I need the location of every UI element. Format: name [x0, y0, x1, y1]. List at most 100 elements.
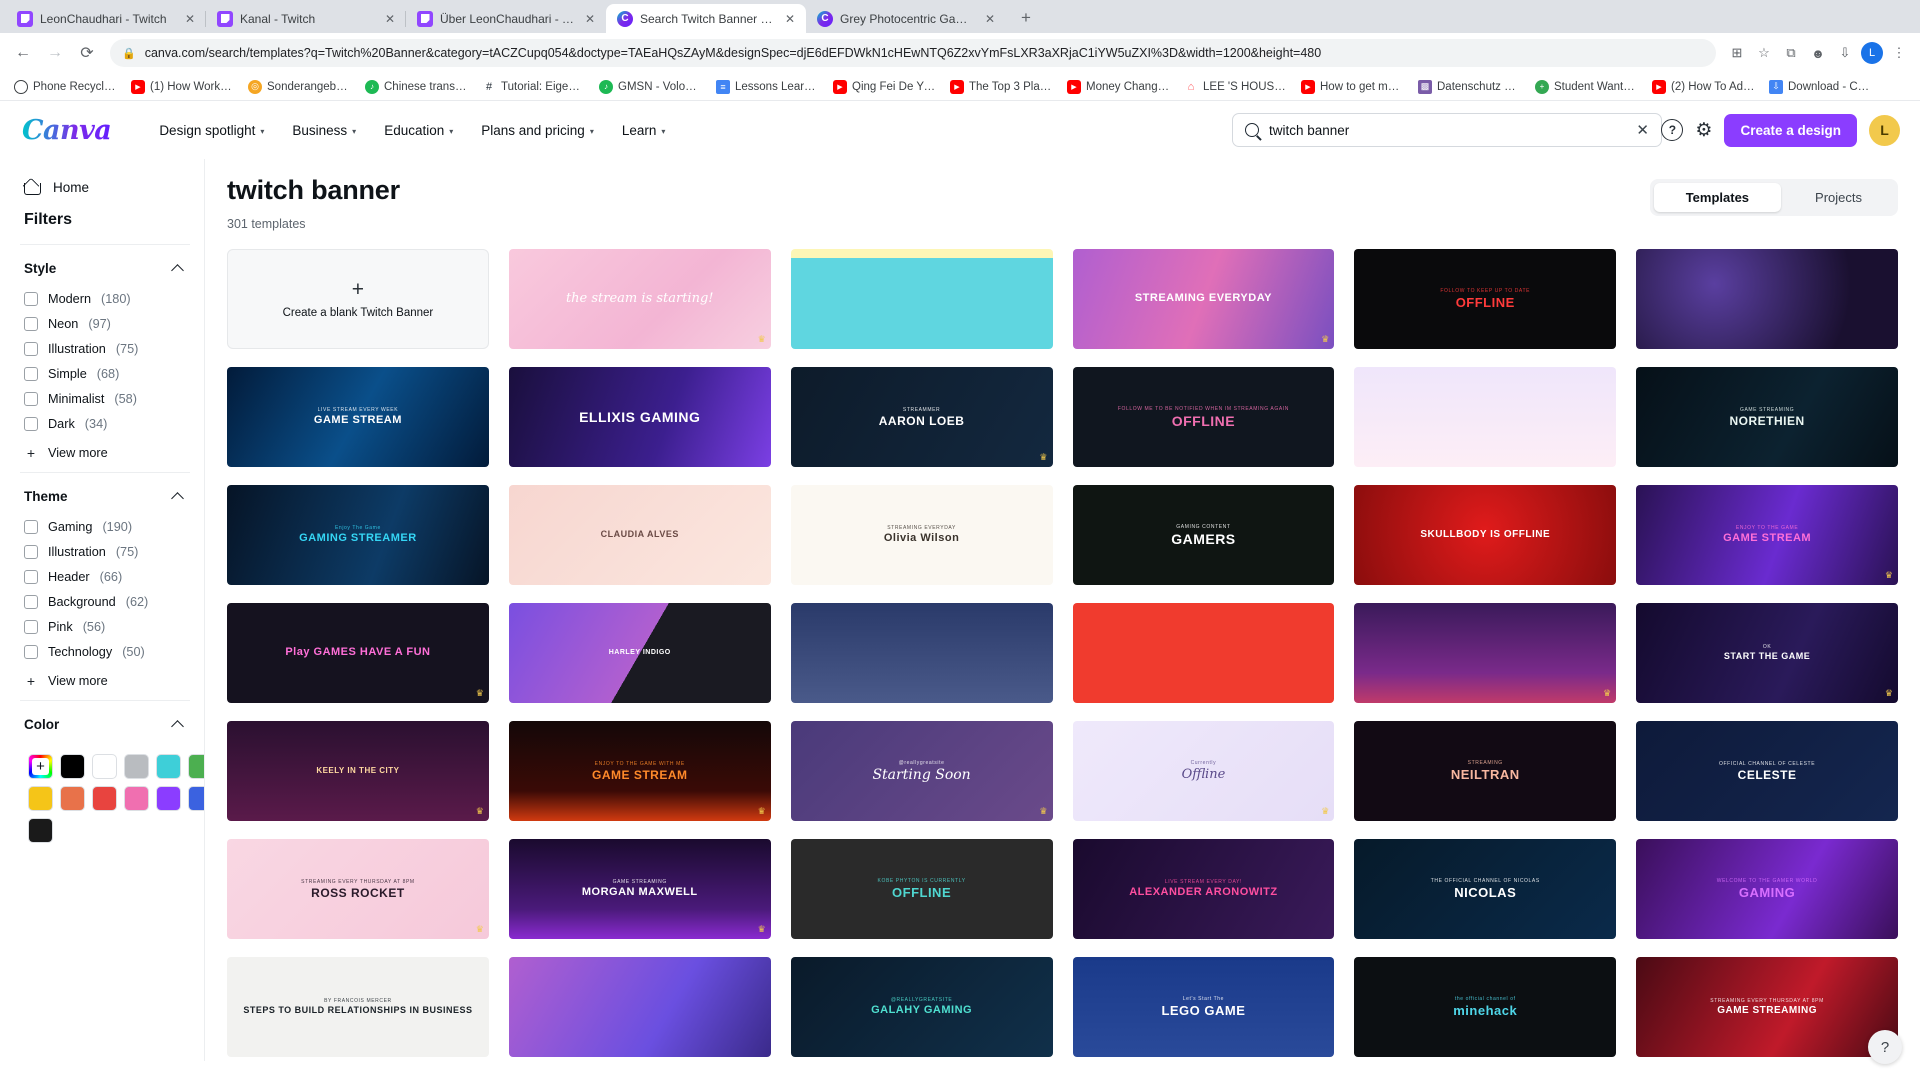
filter-option-dark[interactable]: Dark (34) [24, 411, 204, 436]
template-card[interactable]: KEELY IN THE CITY ♛ [227, 721, 489, 821]
template-card[interactable]: CLAUDIA ALVES [508, 485, 771, 585]
color-swatch[interactable] [60, 786, 85, 811]
bookmark-item[interactable]: ▶ How to get more v [1295, 77, 1410, 97]
close-icon[interactable]: ✕ [982, 11, 998, 27]
checkbox[interactable] [24, 341, 38, 356]
close-icon[interactable]: ✕ [382, 11, 398, 27]
checkbox[interactable] [24, 316, 38, 331]
chevron-up-icon[interactable] [171, 719, 184, 733]
tab-templates[interactable]: Templates [1653, 183, 1782, 212]
color-swatch[interactable] [188, 786, 204, 811]
chevron-up-icon[interactable] [171, 491, 184, 505]
template-card[interactable]: STREAMMER AARON LOEB ♛ [790, 367, 1053, 467]
bookmark-item[interactable]: ≡ Lessons Learned f [710, 77, 825, 97]
bookmark-item[interactable]: # Tutorial: Eigene Fa [476, 77, 591, 97]
template-card[interactable]: FOLLOW TO KEEP UP TO DATE OFFLINE [1354, 249, 1617, 349]
color-swatch[interactable] [156, 754, 181, 779]
browser-tab[interactable]: LeonChaudhari - Twitch ✕ [6, 4, 206, 33]
chevron-up-icon[interactable] [171, 263, 184, 277]
address-bar[interactable]: 🔒 canva.com/search/templates?q=Twitch%20… [110, 39, 1716, 67]
filter-option-illustration[interactable]: Illustration (75) [24, 336, 204, 361]
bookmark-item[interactable]: ⌂ LEE 'S HOUSE— [1178, 77, 1293, 97]
template-card[interactable]: Enjoy The Game GAMING STREAMER [227, 485, 489, 585]
menu-icon[interactable]: ⋮ [1886, 40, 1912, 66]
bookmark-item[interactable]: ▶ Qing Fei De Yi - Y [827, 77, 942, 97]
template-card[interactable]: Let's Start The LEGO GAME [1072, 957, 1335, 1057]
color-swatch[interactable] [28, 786, 53, 811]
bookmark-item[interactable]: ▩ Datenschutz – Re [1412, 77, 1527, 97]
tab-projects[interactable]: Projects [1783, 183, 1894, 212]
search-input[interactable]: twitch banner ✕ [1232, 113, 1662, 147]
template-card[interactable]: OFFICIAL CHANNEL OF CELESTE CELESTE [1636, 721, 1898, 821]
checkbox[interactable] [24, 519, 38, 534]
filter-option-header[interactable]: Header (66) [24, 564, 204, 589]
filter-option-technology[interactable]: Technology (50) [24, 639, 204, 664]
bookmark-item[interactable]: Phone Recycling, [8, 77, 123, 97]
bookmark-item[interactable]: ◎ Sonderangebot! | [242, 77, 357, 97]
color-swatch[interactable] [156, 786, 181, 811]
extensions-icon[interactable]: ⧉ [1778, 40, 1804, 66]
template-card[interactable]: ♛ [1354, 603, 1617, 703]
template-card[interactable] [1072, 603, 1335, 703]
template-card[interactable]: LIVE STREAM EVERY WEEK GAME STREAM [227, 367, 489, 467]
filter-option-simple[interactable]: Simple (68) [24, 361, 204, 386]
template-card[interactable]: WELCOME TO THE GAMER WORLD GAMING [1636, 839, 1898, 939]
bookmark-item[interactable]: ▶ Money Changes E [1061, 77, 1176, 97]
create-a-design-button[interactable]: Create a design [1724, 113, 1857, 147]
template-card[interactable]: STREAMING EVERY THURSDAY AT 8PM GAME STRE… [1636, 957, 1898, 1057]
close-icon[interactable]: ✕ [582, 11, 598, 27]
filter-option-modern[interactable]: Modern (180) [24, 286, 204, 311]
browser-tab-active[interactable]: Search Twitch Banner - Canva ✕ [606, 4, 806, 33]
help-icon[interactable]: ? [1661, 119, 1684, 141]
color-swatch[interactable] [92, 754, 117, 779]
new-tab-button[interactable]: + [1012, 4, 1040, 32]
template-card[interactable]: STREAMING EVERYDAY ♛ [1072, 249, 1335, 349]
template-card[interactable]: THE OFFICIAL CHANNEL OF NICOLAS NICOLAS [1354, 839, 1617, 939]
template-card[interactable]: STREAMING EVERY THURSDAY AT 8PM ROSS ROCK… [227, 839, 489, 939]
checkbox[interactable] [24, 291, 38, 306]
sidebar-item-home[interactable]: Home [20, 175, 204, 195]
avatar[interactable]: L [1869, 114, 1900, 146]
bookmark-item[interactable]: ▶ (2) How To Add A [1646, 77, 1761, 97]
back-icon[interactable]: ← [8, 38, 38, 68]
template-card[interactable]: @reallygreatsite Starting Soon ♛ [790, 721, 1053, 821]
color-swatch[interactable] [188, 754, 204, 779]
filter-option-background[interactable]: Background (62) [24, 589, 204, 614]
nav-design-spotlight[interactable]: Design spotlight ▾ [145, 115, 278, 146]
canva-logo[interactable]: Canva [22, 115, 112, 146]
browser-tab[interactable]: Grey Photocentric Game Night ✕ [805, 4, 1006, 33]
split-screen-icon[interactable]: ⊞ [1724, 40, 1750, 66]
template-card[interactable]: ELLIXIS GAMING [508, 367, 771, 467]
checkbox[interactable] [24, 594, 38, 609]
color-swatch[interactable] [124, 754, 149, 779]
nav-education[interactable]: Education ▾ [370, 115, 467, 146]
template-card[interactable]: GAME STREAMING NORETHIEN [1636, 367, 1898, 467]
nav-business[interactable]: Business ▾ [278, 115, 370, 146]
template-card[interactable] [790, 249, 1053, 349]
star-icon[interactable]: ☆ [1751, 40, 1777, 66]
template-card[interactable]: GAME STREAMING MORGAN MAXWELL ♛ [508, 839, 771, 939]
filter-option-illustration[interactable]: Illustration (75) [24, 539, 204, 564]
checkbox[interactable] [24, 366, 38, 381]
bookmark-item[interactable]: ▶ (1) How Working a [125, 77, 240, 97]
bookmark-item[interactable]: ▶ The Top 3 Platfor [944, 77, 1059, 97]
clear-icon[interactable]: ✕ [1636, 121, 1649, 139]
filter-option-gaming[interactable]: Gaming (190) [24, 514, 204, 539]
color-swatch-custom[interactable] [28, 754, 53, 779]
filter-option-minimalist[interactable]: Minimalist (58) [24, 386, 204, 411]
close-icon[interactable]: ✕ [782, 11, 798, 27]
bookmark-item[interactable]: ♪ GMSN - Vologda, [593, 77, 708, 97]
checkbox[interactable] [24, 644, 38, 659]
checkbox[interactable] [24, 619, 38, 634]
template-card[interactable]: ENJOY TO THE GAME GAME STREAM ♛ [1636, 485, 1898, 585]
template-card[interactable] [508, 957, 771, 1057]
view-more-button[interactable]: + View more [24, 667, 204, 694]
template-card[interactable]: LIVE STREAM EVERY DAY! ALEXANDER ARONOWIT… [1072, 839, 1335, 939]
template-card[interactable]: ENJOY TO THE GAME WITH ME GAME STREAM ♛ [508, 721, 771, 821]
template-card[interactable]: @REALLYGREATSITE GALAHY GAMING [790, 957, 1053, 1057]
checkbox[interactable] [24, 391, 38, 406]
checkbox[interactable] [24, 416, 38, 431]
template-card[interactable]: GAMING CONTENT GAMERS [1072, 485, 1335, 585]
bookmark-item[interactable]: + Student Wants an [1529, 77, 1644, 97]
color-swatch[interactable] [124, 786, 149, 811]
